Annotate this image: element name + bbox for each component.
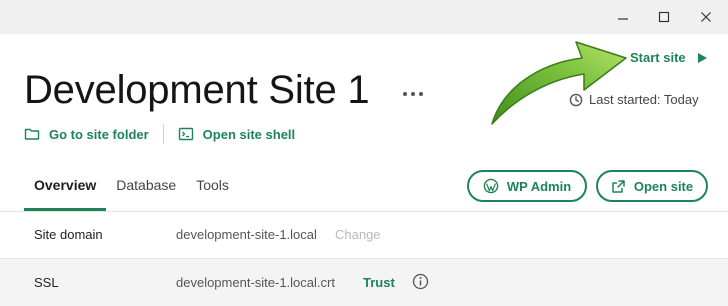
green-arrow-icon <box>491 41 627 125</box>
tab-overview[interactable]: Overview <box>24 177 107 211</box>
wordpress-icon <box>483 178 499 194</box>
go-to-folder-label: Go to site folder <box>49 126 149 142</box>
open-shell-link[interactable]: Open site shell <box>178 127 295 142</box>
site-actions: Go to site folder Open site shell <box>24 124 295 144</box>
ssl-label: SSL <box>34 275 59 290</box>
ssl-row: SSL development-site-1.local.crt Trust <box>0 258 728 306</box>
clock-icon <box>569 93 583 106</box>
start-site-button[interactable]: Start site <box>630 50 708 65</box>
trust-link[interactable]: Trust <box>363 275 395 290</box>
tab-database[interactable]: Database <box>116 177 176 211</box>
last-started-text: Last started: Today <box>589 92 699 107</box>
wp-admin-label: WP Admin <box>506 178 572 194</box>
start-site-label: Start site <box>630 50 686 65</box>
open-shell-label: Open site shell <box>202 126 296 142</box>
change-domain-link[interactable]: Change <box>335 227 381 242</box>
go-to-folder-link[interactable]: Go to site folder <box>24 127 149 142</box>
open-site-button[interactable]: Open site <box>596 170 708 202</box>
more-options-button[interactable] <box>398 82 428 106</box>
play-icon <box>697 52 707 63</box>
close-icon <box>701 12 711 22</box>
external-link-icon <box>612 179 625 193</box>
info-icon[interactable] <box>412 273 429 290</box>
open-site-label: Open site <box>633 178 694 194</box>
site-domain-label: Site domain <box>34 227 103 242</box>
minimize-button[interactable] <box>610 6 636 28</box>
wp-admin-button[interactable]: WP Admin <box>467 170 587 202</box>
maximize-icon <box>658 11 670 23</box>
page-title: Development Site 1 <box>24 68 370 112</box>
folder-icon <box>24 128 40 140</box>
minimize-icon <box>618 18 628 20</box>
terminal-icon <box>178 127 193 141</box>
close-button[interactable] <box>693 6 719 28</box>
action-divider <box>162 124 164 144</box>
site-domain-row: Site domain development-site-1.local Cha… <box>0 211 728 257</box>
last-started-status: Last started: Today <box>569 92 699 107</box>
maximize-button[interactable] <box>651 6 677 28</box>
tab-bar: Overview Database Tools <box>24 177 229 211</box>
ssl-value: development-site-1.local.crt <box>176 275 335 290</box>
site-domain-value: development-site-1.local <box>176 227 317 242</box>
tab-tools[interactable]: Tools <box>196 177 229 211</box>
ellipsis-icon <box>403 92 423 96</box>
